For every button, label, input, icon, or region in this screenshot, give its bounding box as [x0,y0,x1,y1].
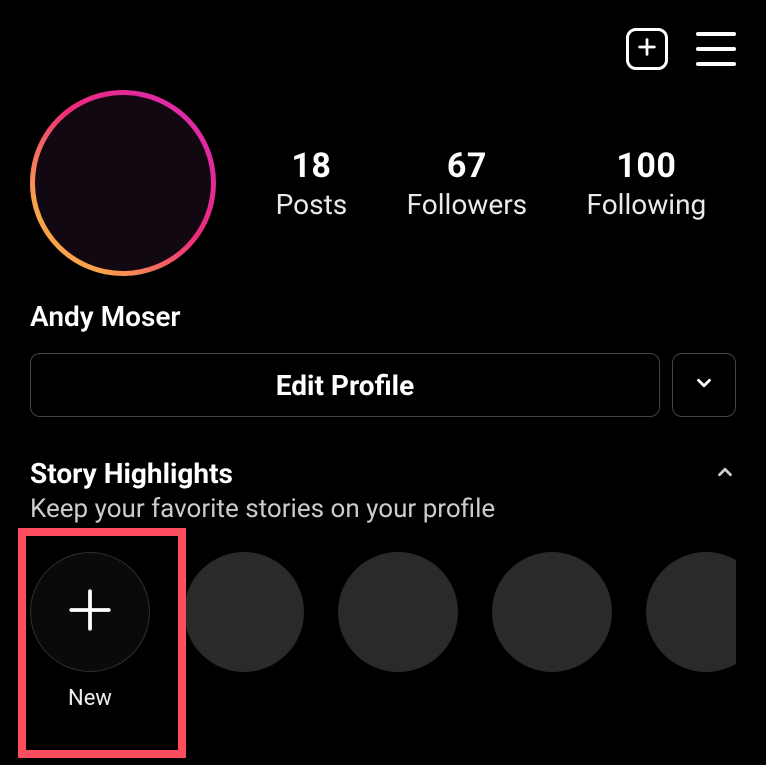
story-highlights-row: New [30,552,736,711]
stat-following-count: 100 [587,146,707,186]
profile-header: 18 Posts 67 Followers 100 Following [0,80,766,276]
plus-icon [65,585,115,639]
create-post-button[interactable] [626,28,668,70]
highlight-placeholder [338,552,458,711]
edit-profile-button[interactable]: Edit Profile [30,353,660,417]
plus-icon [636,36,658,62]
add-highlight-circle[interactable] [30,552,150,672]
highlight-placeholder [492,552,612,711]
stat-followers-count: 67 [407,146,528,186]
stat-following[interactable]: 100 Following [587,146,707,221]
discover-people-button[interactable] [672,353,736,417]
story-highlights-section: Story Highlights Keep your favorite stor… [0,417,766,711]
highlight-new-label: New [68,686,112,711]
avatar [35,95,211,271]
highlight-placeholder [184,552,304,711]
story-highlights-title: Story Highlights [30,457,233,490]
profile-actions: Edit Profile [0,333,766,417]
top-bar [0,0,766,80]
chevron-up-icon [714,461,736,487]
stat-followers[interactable]: 67 Followers [407,146,528,221]
stat-following-label: Following [587,188,707,221]
highlight-circle-placeholder [492,552,612,672]
story-highlights-toggle[interactable]: Story Highlights [30,457,736,490]
highlight-circle-placeholder [646,552,736,672]
hamburger-menu-button[interactable] [696,32,736,66]
stat-posts-label: Posts [276,188,348,221]
profile-stats: 18 Posts 67 Followers 100 Following [246,146,736,221]
highlight-new[interactable]: New [30,552,150,711]
stat-followers-label: Followers [407,188,528,221]
highlight-circle-placeholder [184,552,304,672]
display-name: Andy Moser [0,276,766,333]
stat-posts[interactable]: 18 Posts [276,146,348,221]
chevron-down-icon [693,372,715,398]
story-highlights-subtitle: Keep your favorite stories on your profi… [30,494,736,524]
hamburger-icon [696,32,736,36]
stat-posts-count: 18 [276,146,348,186]
highlight-placeholder [646,552,736,711]
avatar-story-ring[interactable] [30,90,216,276]
highlight-circle-placeholder [338,552,458,672]
